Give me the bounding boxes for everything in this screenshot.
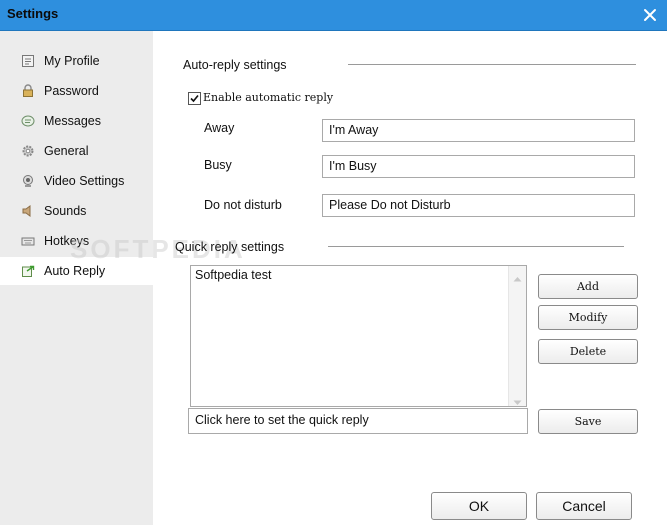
- profile-card-icon: [21, 54, 35, 68]
- window-title: Settings: [7, 6, 59, 21]
- save-button[interactable]: Save: [538, 409, 638, 434]
- vertical-scrollbar[interactable]: [508, 266, 526, 406]
- sidebar-item-label: Messages: [44, 114, 101, 128]
- sidebar-item-general[interactable]: General: [0, 137, 153, 165]
- gear-icon: [21, 144, 35, 158]
- sidebar-item-password[interactable]: Password: [0, 77, 153, 105]
- sidebar-item-auto-reply[interactable]: Auto Reply: [0, 257, 153, 285]
- auto-reply-section-title: Auto-reply settings: [183, 58, 287, 72]
- add-button[interactable]: Add: [538, 274, 638, 299]
- lock-icon: [21, 84, 35, 98]
- enable-auto-reply-checkbox[interactable]: [188, 92, 201, 105]
- scroll-down-icon[interactable]: [513, 395, 522, 405]
- enable-auto-reply-label[interactable]: Enable automatic reply: [203, 91, 333, 104]
- sidebar-item-label: Video Settings: [44, 174, 125, 188]
- sidebar: My Profile Password Messages General Vid…: [0, 31, 153, 525]
- close-icon[interactable]: [641, 6, 659, 24]
- webcam-icon: [21, 174, 35, 188]
- busy-label: Busy: [204, 158, 232, 172]
- away-input[interactable]: I'm Away: [322, 119, 635, 142]
- ok-button[interactable]: OK: [431, 492, 527, 520]
- speaker-icon: [21, 204, 35, 218]
- do-not-disturb-label: Do not disturb: [204, 198, 282, 212]
- sidebar-item-label: My Profile: [44, 54, 100, 68]
- quick-reply-list[interactable]: Softpedia test: [190, 265, 527, 407]
- sidebar-item-label: Hotkeys: [44, 234, 90, 248]
- quick-reply-item[interactable]: Softpedia test: [195, 268, 271, 282]
- sidebar-item-label: Password: [44, 84, 99, 98]
- sidebar-item-video-settings[interactable]: Video Settings: [0, 167, 153, 195]
- sidebar-item-my-profile[interactable]: My Profile: [0, 47, 153, 75]
- cancel-button[interactable]: Cancel: [536, 492, 632, 520]
- auto-reply-icon: [21, 264, 35, 278]
- section-divider: [348, 64, 636, 65]
- sidebar-item-label: Sounds: [44, 204, 87, 218]
- quick-reply-input[interactable]: Click here to set the quick reply: [188, 408, 528, 434]
- away-label: Away: [204, 121, 235, 135]
- keyboard-icon: [21, 234, 35, 248]
- sidebar-item-hotkeys[interactable]: Hotkeys: [0, 227, 153, 255]
- sidebar-item-messages[interactable]: Messages: [0, 107, 153, 135]
- section-divider: [328, 246, 624, 247]
- sidebar-item-sounds[interactable]: Sounds: [0, 197, 153, 225]
- busy-input[interactable]: I'm Busy: [322, 155, 635, 178]
- checkmark-icon: [190, 94, 199, 103]
- scroll-up-icon[interactable]: [513, 271, 522, 282]
- sidebar-item-label: General: [44, 144, 89, 158]
- quick-reply-section-title: Quick reply settings: [175, 240, 285, 254]
- modify-button[interactable]: Modify: [538, 305, 638, 330]
- delete-button[interactable]: Delete: [538, 339, 638, 364]
- sidebar-item-label: Auto Reply: [44, 264, 106, 278]
- title-bar: Settings: [0, 0, 667, 31]
- do-not-disturb-input[interactable]: Please Do not Disturb: [322, 194, 635, 217]
- messages-icon: [21, 114, 35, 128]
